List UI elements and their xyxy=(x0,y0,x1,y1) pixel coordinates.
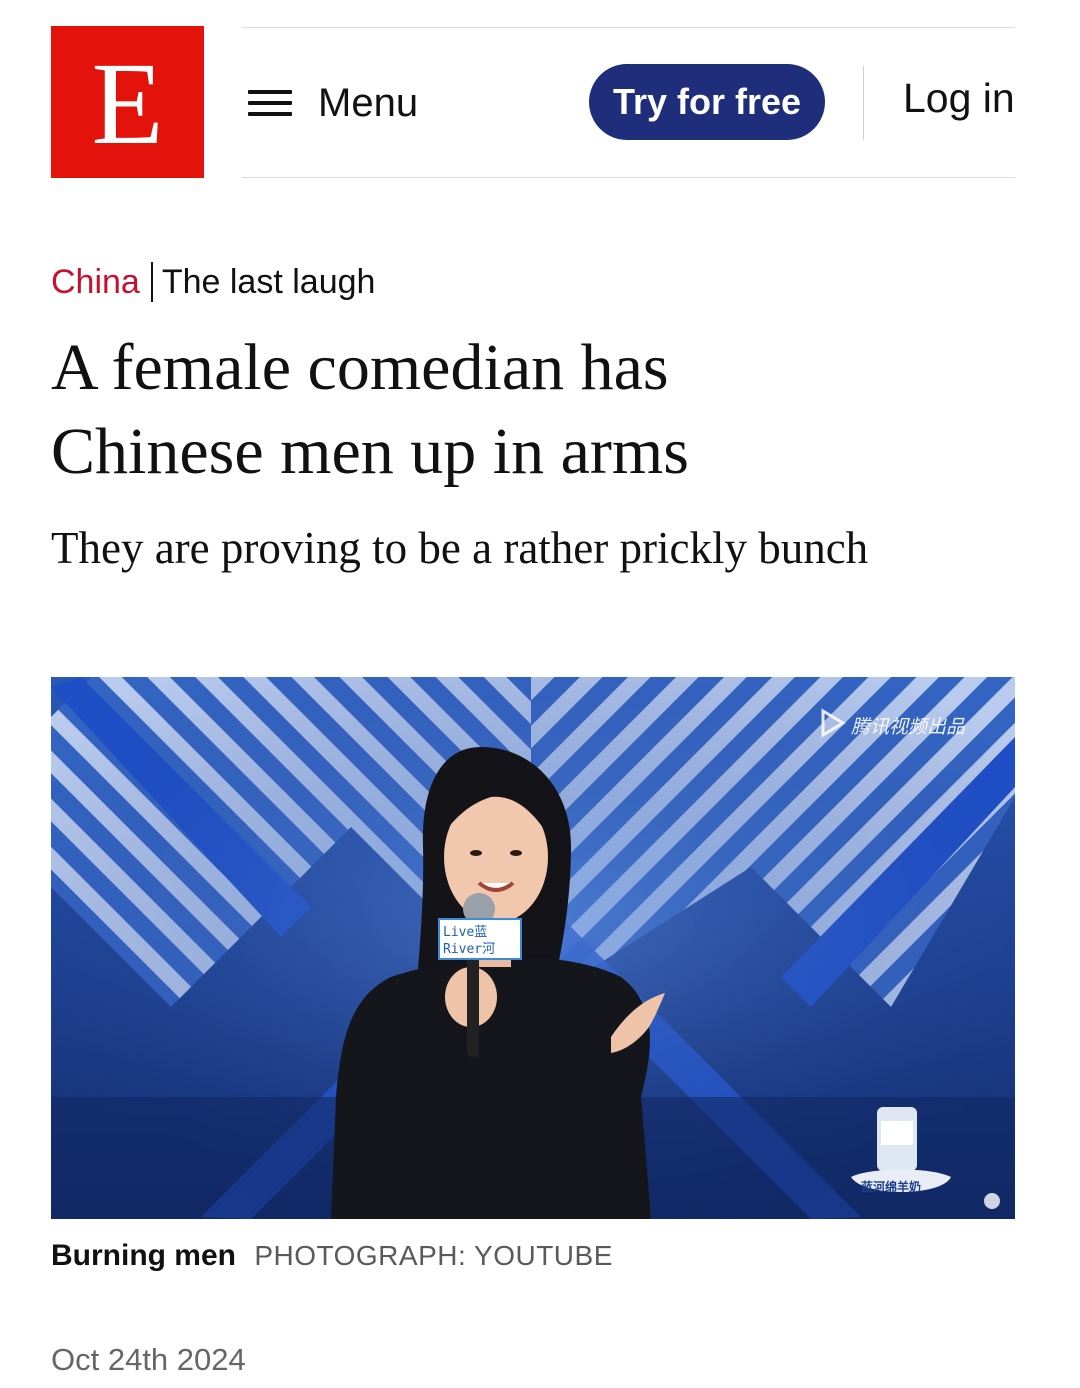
photo-caption: Burning men PHOTOGRAPH: YOUTUBE xyxy=(51,1239,613,1273)
publication-date: Oct 24th 2024 xyxy=(51,1342,246,1377)
menu-label: Menu xyxy=(318,80,419,125)
header-bottom-divider xyxy=(242,177,1015,178)
caption-title: Burning men xyxy=(51,1239,236,1272)
product-label: 蓝河绵羊奶 xyxy=(861,1179,921,1194)
headline: A female comedian has Chinese men up in … xyxy=(51,326,1031,494)
economist-logo[interactable]: E xyxy=(51,26,204,178)
logo-letter: E xyxy=(91,38,164,169)
article-rubric: China The last laugh xyxy=(51,262,375,302)
video-watermark: 腾讯视频出品 xyxy=(851,716,966,738)
rubric-separator xyxy=(150,262,153,302)
mic-flag-top-text: Live蓝 xyxy=(443,925,487,940)
caption-credit: PHOTOGRAPH: YOUTUBE xyxy=(254,1240,613,1271)
try-for-free-button[interactable]: Try for free xyxy=(589,64,825,140)
mic-flag-bottom-text: River河 xyxy=(443,942,495,957)
article-photo: Live蓝 River河 腾讯视频出品 蓝河绵羊奶 xyxy=(51,677,1015,1219)
subheadline: They are proving to be a rather prickly … xyxy=(51,523,869,573)
hamburger-icon xyxy=(248,88,292,118)
header-top-divider xyxy=(242,27,1015,28)
menu-button[interactable]: Menu xyxy=(248,78,418,128)
headline-line-1: A female comedian has xyxy=(51,331,669,404)
log-in-link[interactable]: Log in xyxy=(903,75,1015,122)
flytitle: The last laugh xyxy=(161,262,376,301)
header-vertical-divider xyxy=(863,66,864,140)
headline-line-2: Chinese men up in arms xyxy=(51,415,689,488)
section-link[interactable]: China xyxy=(51,263,140,302)
